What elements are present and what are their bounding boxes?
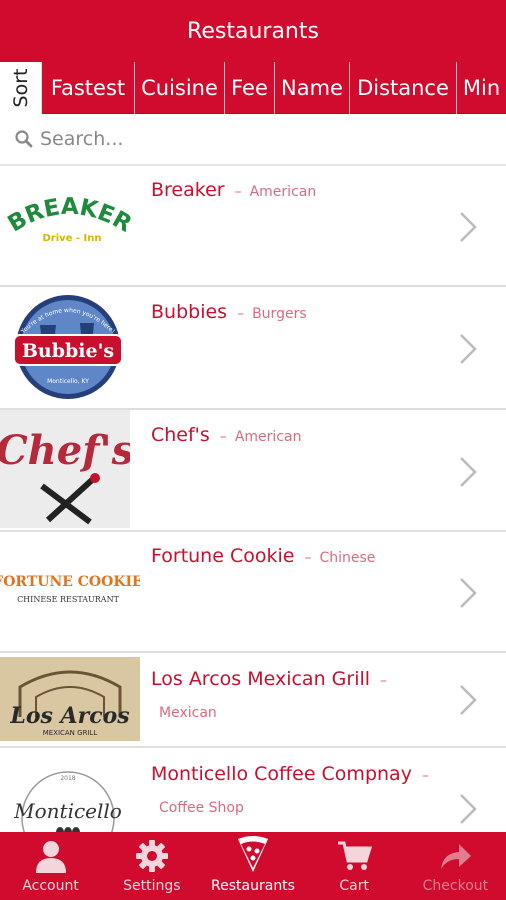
breaker-logo-text: BREAKER (4, 194, 135, 238)
page-title: Restaurants (187, 18, 319, 44)
sort-option-fastest[interactable]: Fastest (42, 62, 135, 114)
tab-cart[interactable]: Cart (304, 832, 405, 900)
tab-account[interactable]: Account (0, 832, 101, 900)
tab-cart-label: Cart (339, 878, 370, 894)
page-header: Restaurants (0, 0, 506, 62)
los-arcos-logo-text: Los Arcos (9, 703, 129, 729)
tab-restaurants-label: Restaurants (211, 878, 295, 894)
restaurant-title: Bubbies – Burgers (151, 301, 307, 323)
restaurant-cuisine: Coffee Shop (159, 800, 244, 816)
chevron-right-icon (460, 685, 477, 715)
restaurant-cuisine: American (249, 184, 317, 200)
chefs-logo-text: Chef's (0, 427, 130, 474)
tab-settings-label: Settings (123, 878, 181, 894)
tab-restaurants[interactable]: Restaurants (202, 832, 303, 900)
bottom-tab-bar: Account Settings Restaurants Cart Checko… (0, 832, 506, 900)
restaurant-row-breaker[interactable]: BREAKER Drive - Inn Breaker – American (0, 166, 506, 287)
cart-icon (338, 841, 373, 870)
tab-account-label: Account (22, 878, 79, 894)
search-bar (0, 114, 506, 166)
restaurant-name: Los Arcos Mexican Grill (151, 668, 371, 690)
restaurant-cuisine: Burgers (252, 306, 307, 322)
fortune-logo-sub: CHINESE RESTAURANT (17, 595, 120, 604)
restaurant-title: Monticello Coffee Compnay – Coffee Shop (151, 763, 429, 816)
tab-checkout[interactable]: Checkout (405, 832, 506, 900)
restaurant-name: Monticello Coffee Compnay (151, 763, 412, 785)
sort-option-distance[interactable]: Distance (350, 62, 457, 114)
sort-option-cuisine[interactable]: Cuisine (135, 62, 225, 114)
sort-option-name[interactable]: Name (275, 62, 350, 114)
sort-option-min[interactable]: Min (457, 62, 506, 114)
breaker-logo: BREAKER Drive - Inn (0, 174, 135, 279)
restaurant-title: Los Arcos Mexican Grill – Mexican (151, 668, 388, 721)
restaurant-title: Fortune Cookie – Chinese (151, 545, 376, 567)
restaurant-name: Breaker (151, 179, 225, 201)
chefs-logo: Chef's (0, 410, 130, 528)
restaurant-title: Chef's – American (151, 424, 302, 446)
bubbies-logo: Bubbie's "You're at home when you're her… (0, 293, 135, 403)
restaurant-name: Bubbies (151, 301, 228, 323)
breaker-logo-sub: Drive - Inn (42, 233, 101, 244)
restaurant-row-chefs[interactable]: Chef's Chef's – American (0, 410, 506, 532)
chevron-right-icon (460, 212, 477, 242)
restaurant-cuisine: American (234, 429, 302, 445)
restaurant-row-los-arcos[interactable]: Los Arcos MEXICAN GRILL Los Arcos Mexica… (0, 653, 506, 748)
tab-settings[interactable]: Settings (101, 832, 202, 900)
bubbies-logo-sub: Monticello, KY (47, 378, 89, 385)
bubbies-logo-text: Bubbie's (22, 340, 114, 362)
chevron-right-icon (460, 334, 477, 364)
restaurant-cuisine: Chinese (319, 550, 376, 566)
restaurant-row-monticello-coffee[interactable]: 2018 Monticello Monticello Coffee Compna… (0, 748, 506, 832)
restaurant-name: Fortune Cookie (151, 545, 295, 567)
svg-text:BREAKER: BREAKER (4, 194, 135, 238)
sort-bar: Sort Fastest Cuisine Fee Name Distance M… (0, 62, 506, 114)
chevron-right-icon (460, 578, 477, 608)
monticello-logo-text: Monticello (13, 799, 122, 823)
chevron-right-icon (460, 457, 477, 487)
restaurant-row-fortune-cookie[interactable]: FORTUNE COOKIE CHINESE RESTAURANT Fortun… (0, 532, 506, 653)
search-input[interactable] (40, 128, 480, 150)
chevron-right-icon (460, 794, 477, 824)
search-icon (14, 129, 34, 149)
sort-label-text: Sort (9, 68, 32, 108)
monticello-coffee-logo: 2018 Monticello (0, 762, 135, 832)
sort-label: Sort (0, 62, 42, 114)
share-arrow-icon (441, 844, 472, 869)
sort-option-fee[interactable]: Fee (225, 62, 275, 114)
restaurant-list: BREAKER Drive - Inn Breaker – American Bub… (0, 166, 506, 832)
restaurant-cuisine: Mexican (159, 705, 217, 721)
restaurant-title: Breaker – American (151, 179, 317, 201)
gear-icon (135, 840, 168, 872)
restaurant-row-bubbies[interactable]: Bubbie's "You're at home when you're her… (0, 287, 506, 410)
los-arcos-logo-sub: MEXICAN GRILL (43, 729, 98, 737)
tab-checkout-label: Checkout (422, 878, 489, 894)
los-arcos-logo: Los Arcos MEXICAN GRILL (0, 657, 140, 741)
person-icon (35, 841, 66, 873)
restaurant-name: Chef's (151, 424, 210, 446)
fortune-logo-text: FORTUNE COOKIE (0, 574, 140, 590)
pizza-slice-icon (238, 836, 268, 872)
fortune-cookie-logo: FORTUNE COOKIE CHINESE RESTAURANT (0, 562, 140, 622)
monticello-logo-sub: 2018 (60, 775, 75, 782)
